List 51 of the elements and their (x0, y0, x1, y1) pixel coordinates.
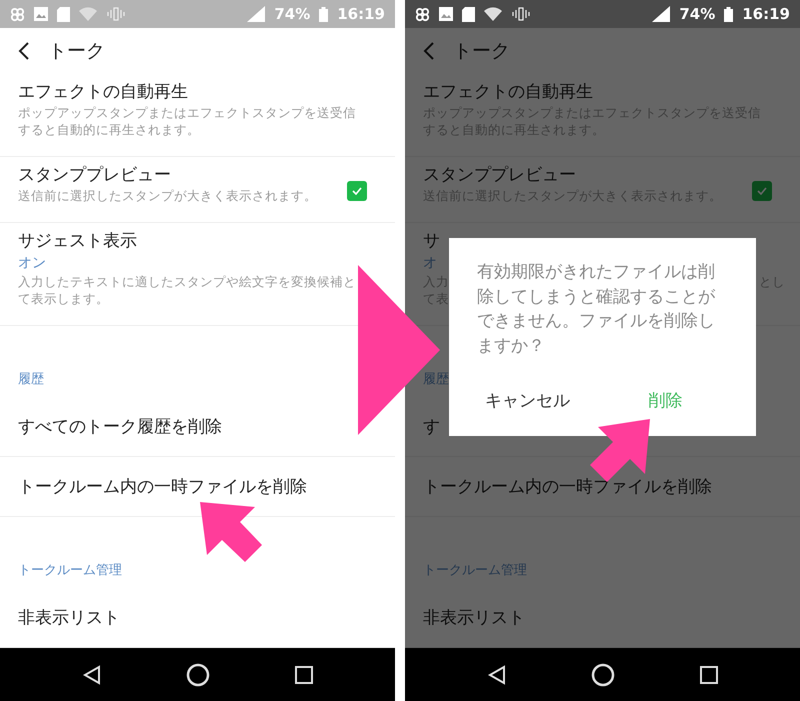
vibrate-icon (511, 7, 531, 21)
home-icon[interactable] (186, 662, 210, 686)
menu-item[interactable]: トークルーム内の一時ファイルを削除 (18, 475, 307, 498)
setting-value: オ (423, 254, 437, 274)
wifi-icon (484, 7, 502, 21)
setting-title: エフェクトの自動再生 (18, 81, 188, 104)
check-icon (757, 187, 767, 196)
screen-title: トーク (48, 39, 105, 64)
vibrate-icon (106, 7, 126, 21)
setting-title: スタンププレビュー (18, 164, 171, 188)
section-header: 履歴 (18, 372, 44, 388)
dialog-message: 有効期限がきれたファイルは削除してしまうと確認することができません。ファイルを削除しますか？ (477, 261, 715, 358)
setting-description: て表示します。 (18, 290, 109, 308)
clock-time: 16:19 (742, 5, 790, 23)
section-header: 履歴 (423, 372, 449, 388)
pointer-arrow (200, 502, 262, 562)
clock-time: 16:19 (337, 5, 385, 23)
battery-icon (724, 6, 734, 22)
screen-title: トーク (453, 39, 510, 64)
back-icon[interactable] (82, 664, 102, 684)
setting-title: スタンププレビュー (423, 164, 576, 188)
setting-title: サ (423, 230, 440, 254)
setting-description: 入力したテキストに適したスタンプや絵文字を変換候補と (18, 273, 356, 290)
recents-icon[interactable] (294, 666, 313, 684)
cancel-button[interactable]: キャンセル (481, 385, 574, 416)
back-icon[interactable] (487, 664, 508, 684)
section-header: トークルーム管理 (18, 563, 122, 578)
home-icon[interactable] (591, 662, 616, 686)
setting-description: 送信前に選択したスタンプが大きく表示されます。 (18, 187, 317, 204)
menu-item[interactable]: すべてのトーク履歴を削除 (18, 415, 222, 438)
wifi-icon (79, 7, 97, 21)
setting-title: サジェスト表示 (18, 230, 137, 254)
setting-description: ポップアップスタンプまたはエフェクトスタンプを送受信すると自動的に再生されます。 (18, 104, 357, 138)
card-icon (57, 6, 70, 22)
checkbox[interactable] (752, 181, 772, 202)
fan-icon (10, 6, 25, 22)
card-icon (462, 6, 475, 22)
image-icon (439, 7, 453, 21)
checkbox[interactable] (347, 181, 367, 202)
battery-level: 74% (679, 5, 716, 23)
check-icon (352, 187, 362, 196)
section-header: トークルーム管理 (423, 563, 527, 578)
back-icon[interactable] (18, 41, 30, 62)
recents-icon[interactable] (700, 666, 718, 684)
setting-title: エフェクトの自動再生 (423, 81, 593, 104)
battery-level: 74% (274, 5, 310, 23)
setting-value: オン (18, 254, 46, 274)
battery-icon (319, 6, 328, 22)
fan-icon (415, 6, 430, 22)
menu-item[interactable]: 非表示リスト (18, 606, 120, 630)
image-icon (34, 7, 48, 21)
